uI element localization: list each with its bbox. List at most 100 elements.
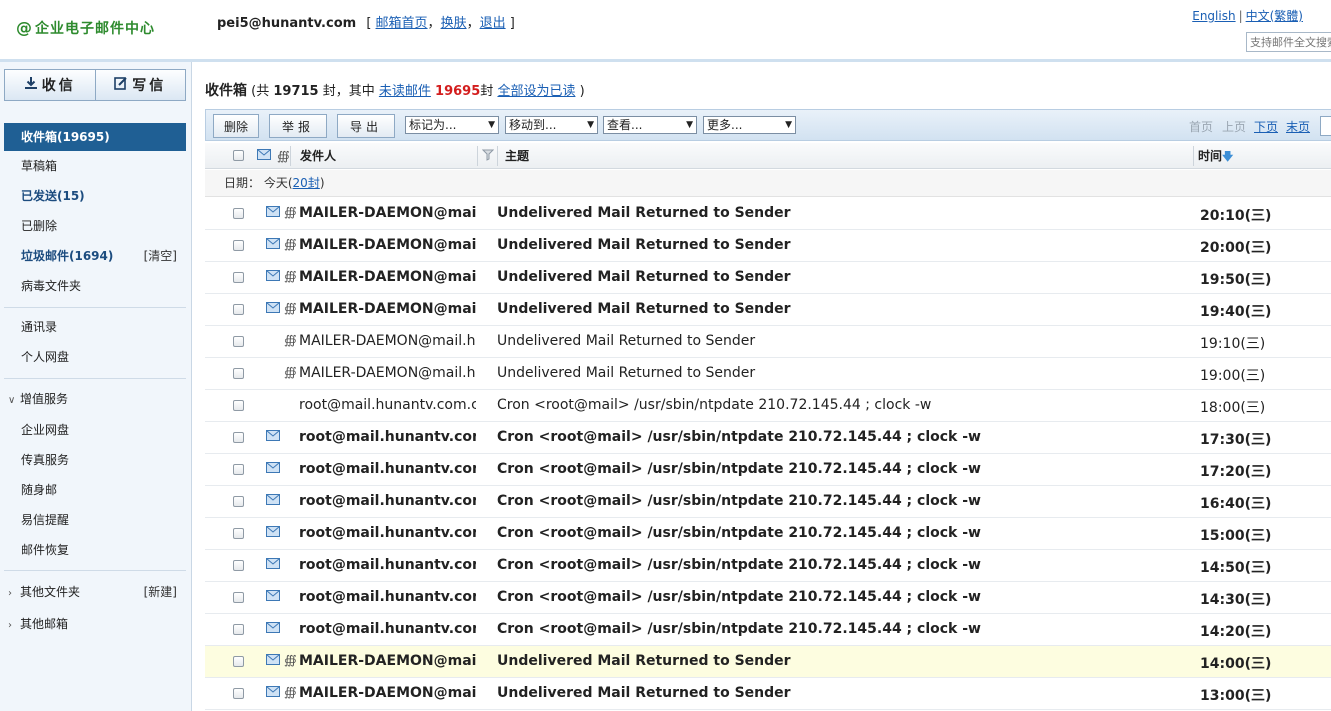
- row-checkbox[interactable]: [233, 368, 244, 379]
- sidebar-item-sent[interactable]: 已发送(15): [0, 182, 191, 210]
- row-checkbox[interactable]: [233, 208, 244, 219]
- row-checkbox[interactable]: [233, 304, 244, 315]
- first-page-link[interactable]: 首页: [1189, 118, 1213, 135]
- message-row[interactable]: ∰MAILER-DAEMON@mail.hunantv.com Undeliver…: [205, 326, 1331, 358]
- message-row[interactable]: root@mail.hunantv.com.cn Cron <root@mail>…: [205, 390, 1331, 422]
- sidebar-item-recovery[interactable]: 邮件恢复: [0, 536, 191, 564]
- report-button[interactable]: 举报: [269, 114, 327, 138]
- sidebar-group-other-mailboxes[interactable]: › 其他邮箱: [0, 610, 191, 638]
- message-row[interactable]: root@mail.hunantv.com Cron <root@mail> /u…: [205, 582, 1331, 614]
- logout-link[interactable]: 退出: [480, 16, 506, 31]
- message-row[interactable]: root@mail.hunantv.com Cron <root@mail> /u…: [205, 518, 1331, 550]
- message-row[interactable]: root@mail.hunantv.com Cron <root@mail> /u…: [205, 422, 1331, 454]
- mailbox-home-link[interactable]: 邮箱首页: [376, 16, 428, 31]
- sidebar-item-inbox[interactable]: 收件箱(19695): [4, 123, 186, 151]
- message-subject[interactable]: Cron <root@mail> /usr/sbin/ntpdate 210.7…: [497, 525, 1187, 541]
- mark-all-read-link[interactable]: 全部设为已读: [497, 84, 575, 99]
- message-row[interactable]: ∰MAILER-DAEMON@mail.hunantv.com Undeliver…: [205, 678, 1331, 710]
- date-count-link[interactable]: 20封: [293, 176, 320, 190]
- message-subject[interactable]: Cron <root@mail> /usr/sbin/ntpdate 210.7…: [497, 429, 1187, 445]
- row-checkbox[interactable]: [233, 496, 244, 507]
- message-from[interactable]: root@mail.hunantv.com: [299, 461, 476, 477]
- message-from[interactable]: root@mail.hunantv.com: [299, 621, 476, 637]
- last-page-link[interactable]: 末页: [1286, 118, 1310, 135]
- more-select[interactable]: 更多... ▼: [703, 116, 796, 134]
- move-to-select[interactable]: 移动到... ▼: [505, 116, 598, 134]
- message-from[interactable]: MAILER-DAEMON@mail.hunantv.com: [299, 205, 476, 221]
- sidebar-item-netdisk[interactable]: 个人网盘: [0, 343, 191, 371]
- message-from[interactable]: MAILER-DAEMON@mail.hunantv.com: [299, 269, 476, 285]
- row-checkbox[interactable]: [233, 528, 244, 539]
- message-row[interactable]: ∰MAILER-DAEMON@mail.hunantv.com Undeliver…: [205, 294, 1331, 326]
- message-from[interactable]: root@mail.hunantv.com: [299, 589, 476, 605]
- message-subject[interactable]: Undelivered Mail Returned to Sender: [497, 269, 1187, 285]
- sidebar-item-mobile-mail[interactable]: 随身邮: [0, 476, 191, 504]
- message-from[interactable]: MAILER-DAEMON@mail.hunantv.com: [299, 685, 476, 701]
- select-all-checkbox[interactable]: [233, 150, 244, 163]
- message-row[interactable]: ∰MAILER-DAEMON@mail.hunantv.com Undeliver…: [205, 198, 1331, 230]
- sidebar-group-other-folders[interactable]: › 其他文件夹 [新建]: [0, 578, 191, 606]
- sidebar-group-value-added[interactable]: ∨ 增值服务: [0, 385, 191, 413]
- message-subject[interactable]: Cron <root@mail> /usr/sbin/ntpdate 210.7…: [497, 397, 1187, 413]
- delete-button[interactable]: 删除: [213, 114, 259, 138]
- export-button[interactable]: 导出: [337, 114, 395, 138]
- next-page-link[interactable]: 下页: [1254, 118, 1278, 135]
- row-checkbox[interactable]: [233, 400, 244, 411]
- message-subject[interactable]: Cron <root@mail> /usr/sbin/ntpdate 210.7…: [497, 621, 1187, 637]
- sidebar-item-contacts[interactable]: 通讯录: [0, 313, 191, 341]
- row-checkbox[interactable]: [233, 656, 244, 667]
- message-from[interactable]: root@mail.hunantv.com: [299, 525, 476, 541]
- message-from[interactable]: root@mail.hunantv.com: [299, 429, 476, 445]
- message-row[interactable]: ∰MAILER-DAEMON@mail.hunantv.com Undeliver…: [205, 646, 1331, 678]
- row-checkbox[interactable]: [233, 688, 244, 699]
- sidebar-item-drafts[interactable]: 草稿箱: [0, 152, 191, 180]
- row-checkbox[interactable]: [233, 624, 244, 635]
- prev-page-link[interactable]: 上页: [1222, 118, 1246, 135]
- message-row[interactable]: root@mail.hunantv.com Cron <root@mail> /u…: [205, 614, 1331, 646]
- message-from[interactable]: MAILER-DAEMON@mail.hunantv.com: [299, 653, 476, 669]
- message-from[interactable]: MAILER-DAEMON@mail.hunantv.com: [299, 365, 476, 381]
- lang-traditional-link[interactable]: 中文(繁體): [1246, 9, 1303, 23]
- sidebar-item-virus[interactable]: 病毒文件夹: [0, 272, 191, 300]
- message-from[interactable]: MAILER-DAEMON@mail.hunantv.com: [299, 237, 476, 253]
- message-from[interactable]: root@mail.hunantv.com: [299, 557, 476, 573]
- column-time[interactable]: 时间🡇: [1198, 143, 1233, 169]
- row-checkbox[interactable]: [233, 432, 244, 443]
- message-subject[interactable]: Cron <root@mail> /usr/sbin/ntpdate 210.7…: [497, 557, 1187, 573]
- message-row[interactable]: ∰MAILER-DAEMON@mail.hunantv.com Undeliver…: [205, 262, 1331, 294]
- empty-spam-link[interactable]: [清空]: [144, 242, 177, 270]
- column-from[interactable]: 发件人: [300, 143, 336, 169]
- row-checkbox[interactable]: [233, 272, 244, 283]
- message-subject[interactable]: Undelivered Mail Returned to Sender: [497, 365, 1187, 381]
- unread-link[interactable]: 未读邮件: [379, 84, 431, 99]
- message-subject[interactable]: Undelivered Mail Returned to Sender: [497, 653, 1187, 669]
- receive-button[interactable]: 收信: [5, 70, 95, 100]
- message-row[interactable]: root@mail.hunantv.com Cron <root@mail> /u…: [205, 486, 1331, 518]
- message-subject[interactable]: Undelivered Mail Returned to Sender: [497, 237, 1187, 253]
- mark-as-select[interactable]: 标记为... ▼: [405, 116, 499, 134]
- sidebar-item-deleted[interactable]: 已删除: [0, 212, 191, 240]
- row-checkbox[interactable]: [233, 464, 244, 475]
- message-subject[interactable]: Undelivered Mail Returned to Sender: [497, 685, 1187, 701]
- message-row[interactable]: root@mail.hunantv.com Cron <root@mail> /u…: [205, 454, 1331, 486]
- message-subject[interactable]: Undelivered Mail Returned to Sender: [497, 301, 1187, 317]
- row-checkbox[interactable]: [233, 592, 244, 603]
- message-subject[interactable]: Undelivered Mail Returned to Sender: [497, 333, 1187, 349]
- page-number-input[interactable]: [1320, 116, 1331, 136]
- message-from[interactable]: MAILER-DAEMON@mail.hunantv.com: [299, 333, 476, 349]
- message-row[interactable]: root@mail.hunantv.com Cron <root@mail> /u…: [205, 550, 1331, 582]
- column-subject[interactable]: 主题: [505, 143, 529, 169]
- sidebar-item-yixin[interactable]: 易信提醒: [0, 506, 191, 534]
- message-from[interactable]: root@mail.hunantv.com: [299, 493, 476, 509]
- message-from[interactable]: root@mail.hunantv.com.cn: [299, 397, 476, 413]
- sidebar-item-enterprise-disk[interactable]: 企业网盘: [0, 416, 191, 444]
- lang-english-link[interactable]: English: [1192, 9, 1235, 23]
- fulltext-search-input[interactable]: [1246, 32, 1331, 52]
- message-subject[interactable]: Cron <root@mail> /usr/sbin/ntpdate 210.7…: [497, 461, 1187, 477]
- message-subject[interactable]: Undelivered Mail Returned to Sender: [497, 205, 1187, 221]
- sidebar-item-fax[interactable]: 传真服务: [0, 446, 191, 474]
- message-row[interactable]: ∰MAILER-DAEMON@mail.hunantv.com Undeliver…: [205, 230, 1331, 262]
- change-skin-link[interactable]: 换肤: [441, 16, 467, 31]
- message-from[interactable]: MAILER-DAEMON@mail.hunantv.com: [299, 301, 476, 317]
- compose-button[interactable]: 写信: [94, 70, 186, 100]
